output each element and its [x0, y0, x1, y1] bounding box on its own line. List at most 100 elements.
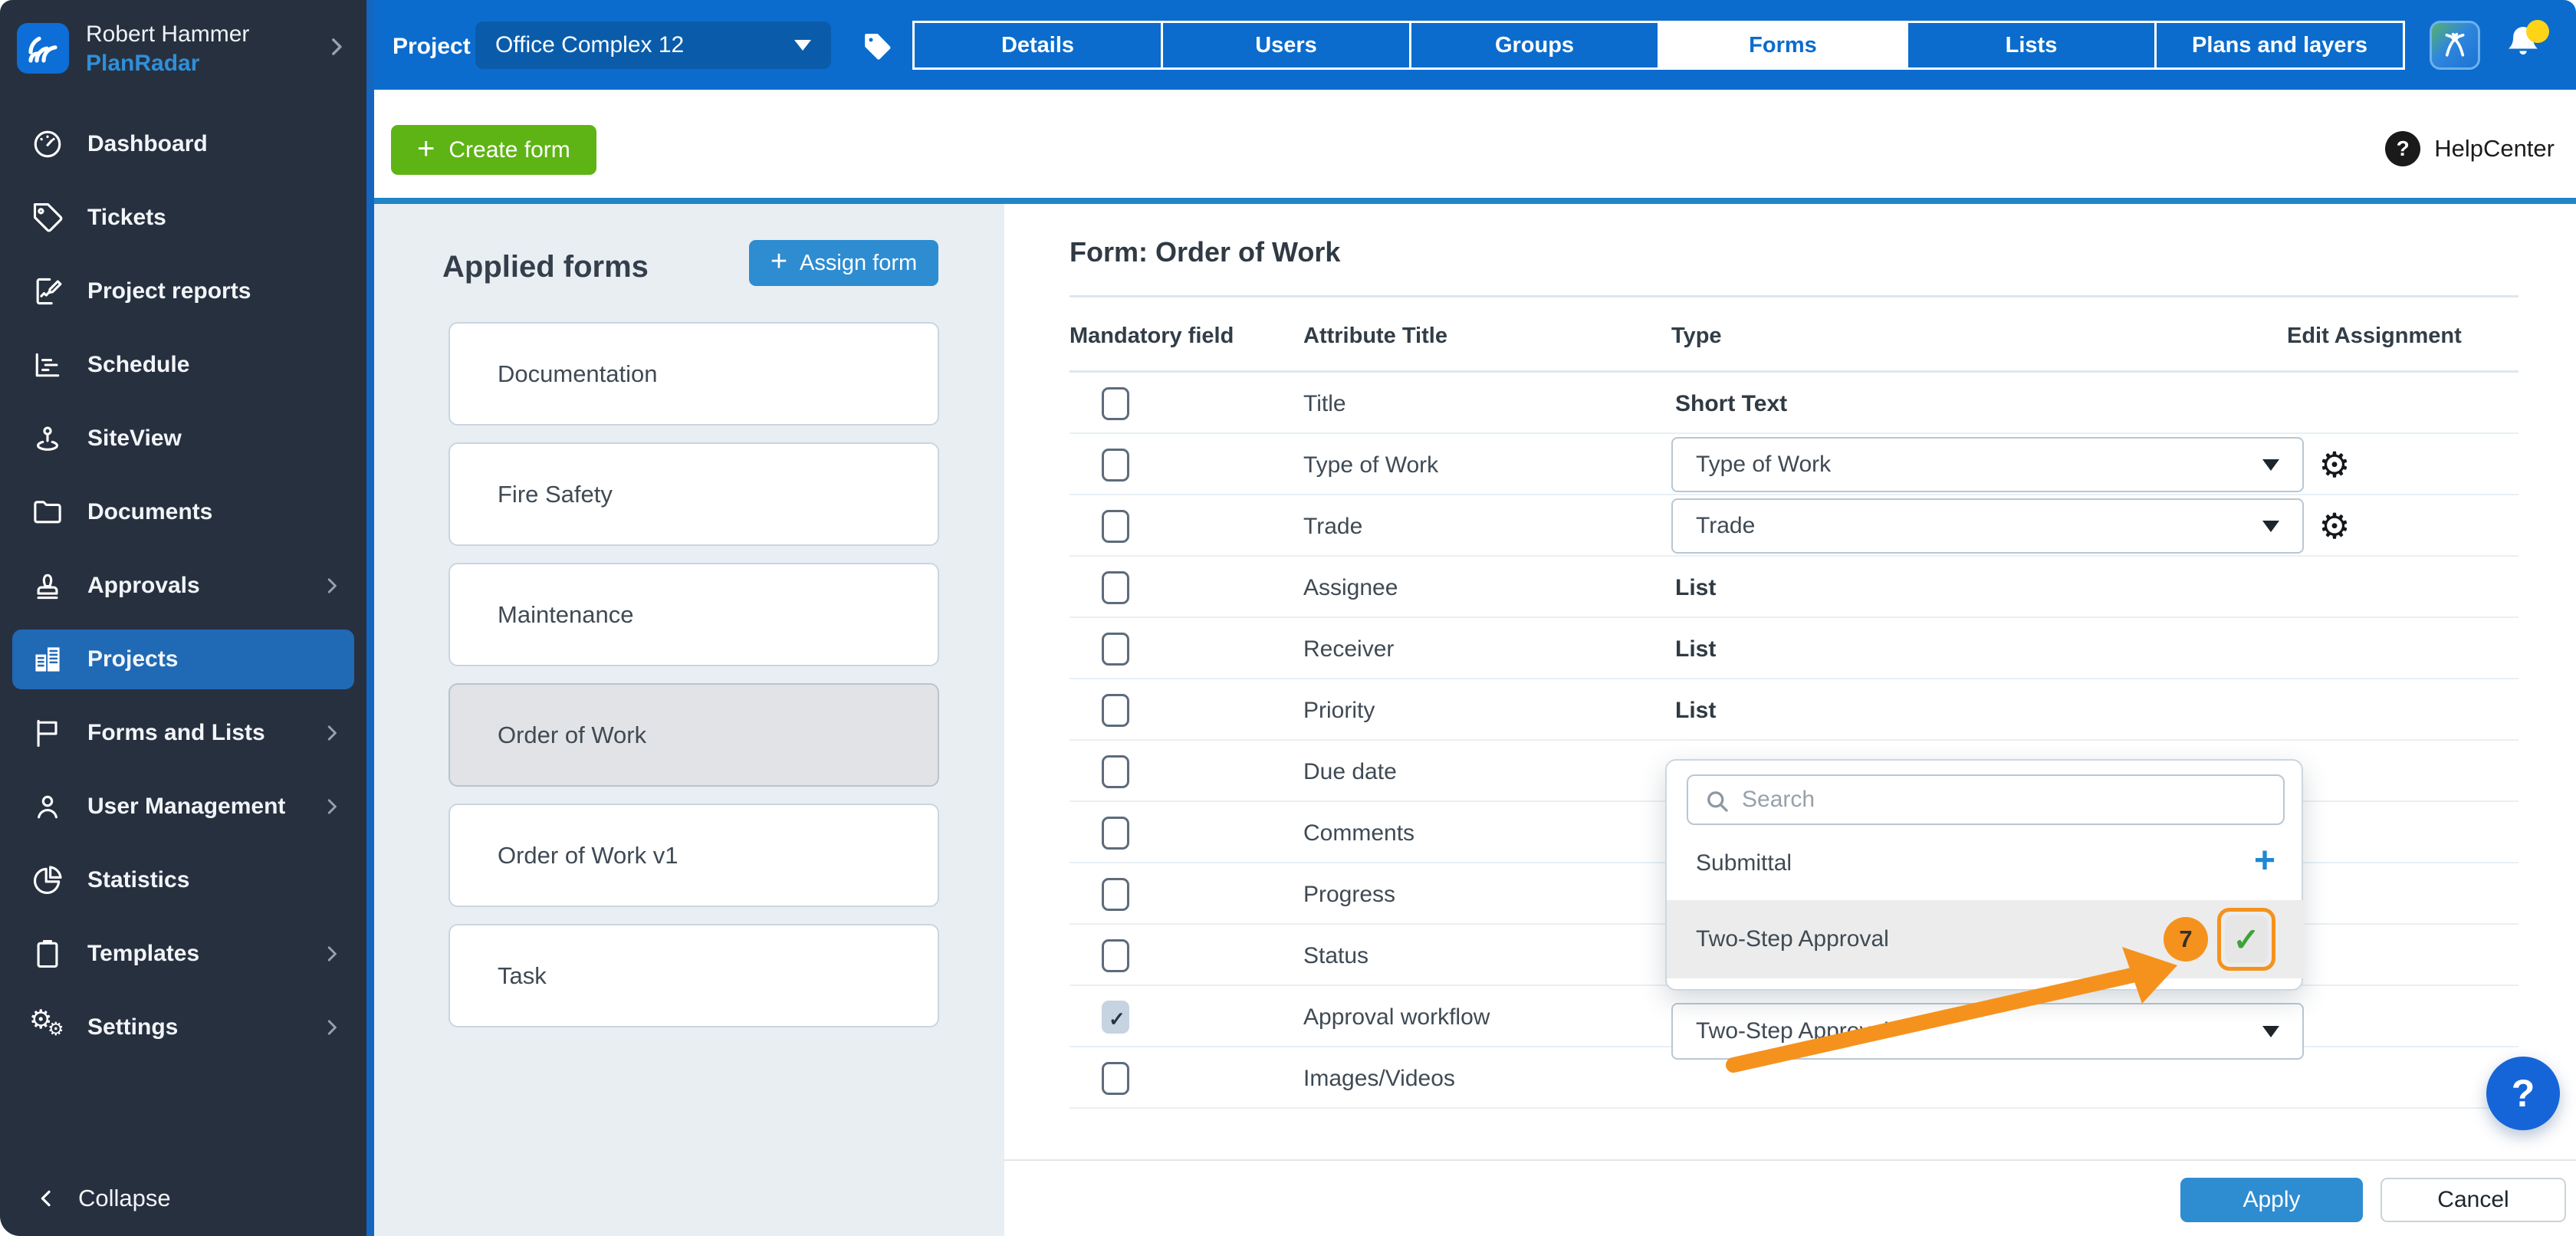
stamp-icon: [29, 567, 66, 604]
form-card-order-of-work[interactable]: Order of Work: [449, 683, 939, 787]
step-badge: 7: [2164, 917, 2208, 962]
attribute-title: Trade: [1303, 514, 1362, 540]
mandatory-checkbox[interactable]: [1102, 694, 1129, 727]
approval-workflow-select[interactable]: Two-Step Approval: [1671, 1003, 2304, 1060]
type-value: Short Text: [1675, 391, 1787, 417]
helpcenter-link[interactable]: ? HelpCenter: [2385, 122, 2555, 176]
collapse-sidebar-button[interactable]: Collapse: [0, 1172, 366, 1225]
sidebar-item-templates[interactable]: Templates: [0, 917, 366, 991]
confirm-check-icon[interactable]: [2225, 915, 2268, 963]
mandatory-checkbox[interactable]: [1102, 755, 1129, 788]
gantt-icon: [29, 347, 66, 383]
assign-form-button[interactable]: + Assign form: [749, 240, 938, 286]
sidebar-item-label: Tickets: [87, 205, 343, 231]
chevron-left-icon: [34, 1186, 58, 1211]
chevron-down-icon: [2262, 521, 2279, 532]
sidebar-item-settings[interactable]: ⚙⚙ Settings: [0, 991, 366, 1064]
sidebar-item-projects[interactable]: Projects: [12, 630, 354, 689]
sidebar-item-label: Approvals: [87, 573, 320, 599]
option-label: Two-Step Approval: [1696, 926, 2164, 952]
tab-details[interactable]: Details: [912, 21, 1163, 70]
sidebar-item-forms-and-lists[interactable]: Forms and Lists: [0, 696, 366, 770]
form-card-fire-safety[interactable]: Fire Safety: [449, 442, 939, 546]
dropdown-option-submittal[interactable]: Submittal +: [1667, 833, 2305, 894]
notification-dot: [2526, 20, 2549, 43]
column-edit-assignment: Edit Assignment: [2287, 324, 2462, 349]
gear-icon[interactable]: ⚙: [2313, 503, 2356, 549]
accent-divider: [374, 198, 2576, 204]
mandatory-checkbox[interactable]: [1102, 449, 1129, 482]
connect-icon[interactable]: [2430, 21, 2480, 70]
add-icon[interactable]: +: [2254, 843, 2275, 879]
project-dropdown[interactable]: Office Complex 12: [475, 21, 831, 69]
form-card-task[interactable]: Task: [449, 924, 939, 1027]
cancel-button[interactable]: Cancel: [2380, 1178, 2566, 1222]
project-dropdown-value: Office Complex 12: [495, 32, 794, 58]
chevron-right-icon: [320, 722, 343, 745]
form-card-order-of-work-v1[interactable]: Order of Work v1: [449, 804, 939, 907]
attribute-title: Type of Work: [1303, 452, 1438, 478]
sidebar-item-tickets[interactable]: Tickets: [0, 181, 366, 255]
sidebar-item-dashboard[interactable]: Dashboard: [0, 107, 366, 181]
plus-icon: +: [417, 133, 435, 164]
tags-icon[interactable]: [862, 31, 892, 61]
mandatory-checkbox-checked[interactable]: [1102, 1001, 1129, 1034]
chevron-right-icon: [320, 1016, 343, 1039]
mandatory-checkbox[interactable]: [1102, 571, 1129, 604]
option-label: Submittal: [1696, 850, 2254, 876]
sidebar-item-siteview[interactable]: SiteView: [0, 402, 366, 475]
attribute-title: Images/Videos: [1303, 1066, 1455, 1092]
sidebar-item-project-reports[interactable]: Project reports: [0, 255, 366, 328]
pie-icon: [29, 862, 66, 899]
sidebar-item-label: Projects: [87, 646, 343, 672]
notifications-bell-icon[interactable]: [2502, 20, 2551, 71]
user-profile[interactable]: Robert Hammer PlanRadar: [0, 0, 366, 100]
sidebar-item-user-management[interactable]: User Management: [0, 770, 366, 843]
create-form-button[interactable]: + Create form: [391, 125, 596, 175]
sidebar-item-approvals[interactable]: Approvals: [0, 549, 366, 623]
tag-icon: [29, 199, 66, 236]
type-select[interactable]: Type of Work: [1671, 437, 2304, 492]
gear-icon[interactable]: ⚙: [2313, 442, 2356, 488]
chevron-down-icon: [794, 40, 811, 51]
assign-form-label: Assign form: [800, 251, 917, 276]
mandatory-checkbox[interactable]: [1102, 817, 1129, 850]
form-card-documentation[interactable]: Documentation: [449, 322, 939, 426]
tab-plans-and-layers[interactable]: Plans and layers: [2154, 21, 2405, 70]
sidebar-item-statistics[interactable]: Statistics: [0, 843, 366, 917]
tab-lists[interactable]: Lists: [1906, 21, 2157, 70]
sidebar-item-schedule[interactable]: Schedule: [0, 328, 366, 402]
mandatory-checkbox[interactable]: [1102, 387, 1129, 420]
mandatory-checkbox[interactable]: [1102, 633, 1129, 666]
mandatory-checkbox[interactable]: [1102, 878, 1129, 911]
dropdown-option-two-step-approval[interactable]: Two-Step Approval 7: [1667, 900, 2305, 978]
project-label: Project: [393, 34, 471, 60]
sidebar-item-label: Schedule: [87, 352, 343, 378]
mandatory-checkbox[interactable]: [1102, 939, 1129, 972]
form-title: Form: Order of Work: [1070, 236, 1340, 268]
sidebar-item-label: SiteView: [87, 426, 343, 452]
tab-groups[interactable]: Groups: [1409, 21, 1660, 70]
tab-users[interactable]: Users: [1161, 21, 1411, 70]
chevron-right-icon: [324, 34, 350, 60]
sidebar-item-label: Documents: [87, 499, 343, 525]
attribute-title: Due date: [1303, 759, 1397, 785]
sidebar-edge-strip: [366, 0, 374, 1236]
planradar-logo: [17, 23, 69, 74]
collapse-label: Collapse: [78, 1185, 171, 1212]
user-name: Robert Hammer: [86, 21, 249, 48]
chevron-right-icon: [320, 574, 343, 597]
mandatory-checkbox[interactable]: [1102, 510, 1129, 543]
sidebar-item-documents[interactable]: Documents: [0, 475, 366, 549]
search-input[interactable]: [1742, 776, 2279, 823]
panel-footer: Apply Cancel: [1004, 1159, 2576, 1236]
clipboard-icon: [29, 935, 66, 972]
tab-forms[interactable]: Forms: [1658, 21, 1908, 70]
apply-button[interactable]: Apply: [2180, 1178, 2363, 1222]
sidebar-item-label: Forms and Lists: [87, 720, 320, 746]
help-fab-button[interactable]: ?: [2486, 1057, 2560, 1130]
person-pin-icon: [29, 420, 66, 457]
form-card-maintenance[interactable]: Maintenance: [449, 563, 939, 666]
type-select[interactable]: Trade: [1671, 498, 2304, 554]
mandatory-checkbox[interactable]: [1102, 1062, 1129, 1095]
